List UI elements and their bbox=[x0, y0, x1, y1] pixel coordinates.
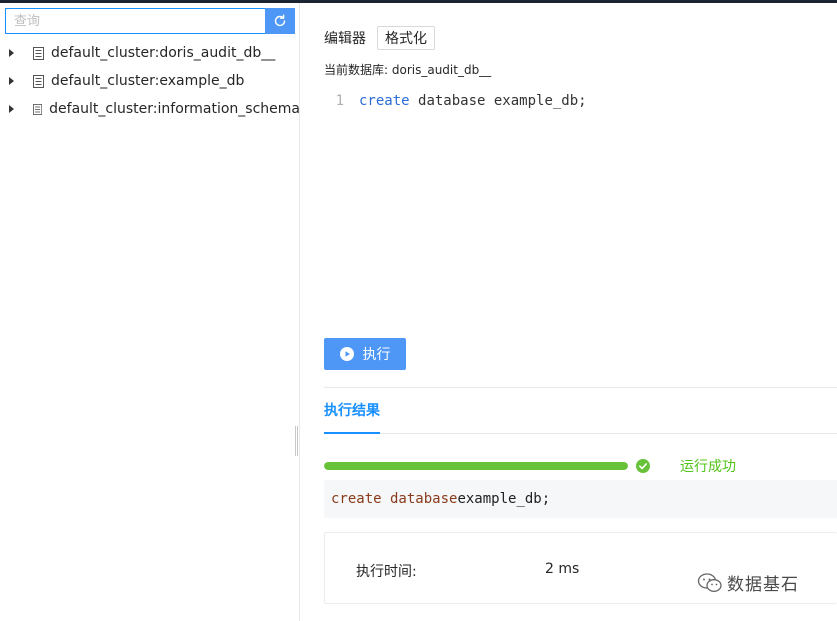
refresh-button[interactable] bbox=[265, 8, 295, 34]
database-sidebar: default_cluster:doris_audit_db__ default… bbox=[0, 3, 300, 621]
panel-resize-handle[interactable] bbox=[295, 426, 298, 456]
search-input[interactable] bbox=[5, 8, 265, 34]
result-tabs: 执行结果 bbox=[324, 388, 837, 434]
database-icon bbox=[33, 46, 44, 60]
execute-button-label: 执行 bbox=[362, 347, 391, 363]
caret-right-icon[interactable] bbox=[9, 49, 14, 57]
caret-right-icon[interactable] bbox=[9, 77, 14, 85]
watermark-text: 数据基石 bbox=[727, 575, 799, 595]
line-number: 1 bbox=[335, 93, 344, 109]
database-icon bbox=[33, 74, 44, 88]
play-circle-icon bbox=[339, 347, 354, 361]
watermark: 数据基石 bbox=[697, 570, 799, 595]
database-tree: default_cluster:doris_audit_db__ default… bbox=[0, 39, 300, 123]
code-text: database example_db; bbox=[418, 93, 587, 109]
code-editor[interactable]: 1 create database example_db; bbox=[324, 93, 587, 109]
check-circle-icon bbox=[636, 459, 650, 473]
editor-panel: 编辑器 格式化 当前数据库: doris_audit_db__ 1 create … bbox=[324, 3, 837, 621]
result-sql-keyword: create database bbox=[331, 491, 458, 507]
progress-fill bbox=[324, 462, 628, 470]
search-bar bbox=[5, 8, 295, 34]
tree-item-doris-audit-db[interactable]: default_cluster:doris_audit_db__ bbox=[0, 39, 300, 67]
tab-execution-result[interactable]: 执行结果 bbox=[324, 388, 380, 434]
caret-right-icon[interactable] bbox=[9, 105, 14, 113]
tree-item-example-db[interactable]: default_cluster:example_db bbox=[0, 67, 300, 95]
progress-track bbox=[324, 462, 628, 470]
tree-item-label: default_cluster:example_db bbox=[51, 73, 245, 89]
format-button[interactable]: 格式化 bbox=[377, 26, 435, 50]
database-icon bbox=[33, 103, 43, 115]
result-sql-text: example_db; bbox=[457, 491, 551, 507]
current-database-label: 当前数据库: doris_audit_db__ bbox=[324, 63, 492, 77]
execution-progress: 运行成功 bbox=[324, 456, 736, 476]
status-text: 运行成功 bbox=[680, 459, 736, 475]
editor-header: 编辑器 格式化 bbox=[324, 26, 435, 50]
tree-item-label: default_cluster:doris_audit_db__ bbox=[51, 45, 276, 61]
editor-title: 编辑器 bbox=[324, 31, 366, 47]
execute-button[interactable]: 执行 bbox=[324, 338, 406, 370]
wechat-icon bbox=[697, 572, 722, 592]
result-sql: create database example_db; bbox=[324, 480, 837, 518]
execution-time-label: 执行时间: bbox=[356, 564, 417, 580]
execution-time-value: 2 ms bbox=[545, 561, 580, 577]
tree-item-label: default_cluster:information_schema bbox=[49, 101, 300, 117]
code-keyword: create bbox=[359, 93, 410, 109]
tree-item-information-schema[interactable]: default_cluster:information_schema bbox=[0, 95, 300, 123]
refresh-icon bbox=[274, 14, 286, 27]
